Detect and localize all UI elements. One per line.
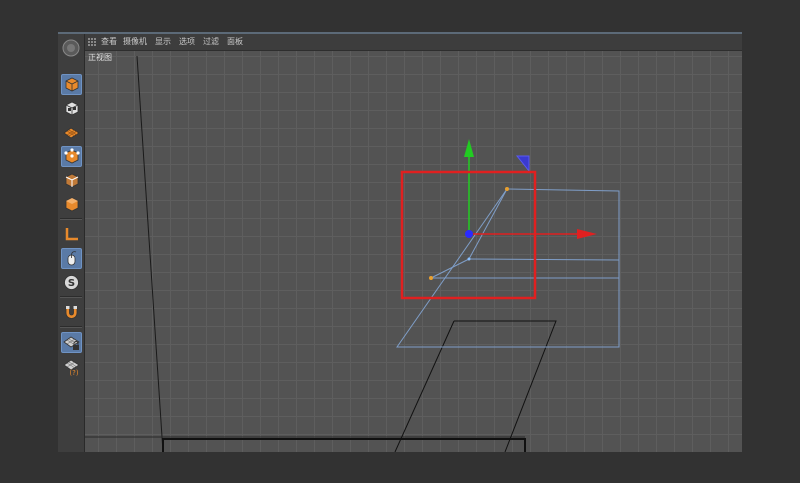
menu-panel[interactable]: 面板	[226, 36, 244, 48]
points-mode-icon	[64, 148, 80, 164]
points-mode-button[interactable]	[61, 146, 82, 167]
workplane-mode-icon: (?)	[63, 359, 80, 376]
floor-outline	[162, 438, 526, 452]
svg-text:(?): (?)	[69, 369, 78, 376]
front-viewport[interactable]: 正视图	[85, 51, 742, 452]
panel-grip-icon[interactable]	[88, 38, 96, 46]
model-mode-button[interactable]	[61, 74, 82, 95]
menu-filter[interactable]: 过滤	[202, 36, 220, 48]
object-mode-icon	[65, 101, 79, 116]
edges-mode-button[interactable]	[61, 170, 82, 191]
workplane-lock-icon	[63, 336, 80, 350]
edges-mode-icon	[65, 173, 79, 188]
svg-text:S: S	[68, 278, 75, 289]
mesh-point	[467, 257, 471, 261]
texture-mode-icon	[63, 127, 80, 139]
toolbar-separator	[60, 326, 82, 328]
menu-view[interactable]: 查看	[100, 36, 118, 48]
y-axis-arrow-icon	[464, 139, 474, 157]
toolbar-separator	[60, 296, 82, 298]
polygons-mode-button[interactable]	[61, 194, 82, 215]
cinema4d-window: S (?) 查看 摄像机 显示 选项 过滤 面板 正视图	[58, 32, 742, 452]
guide-spline-line	[136, 55, 164, 452]
menu-display[interactable]: 显示	[154, 36, 172, 48]
workplane-lock-button[interactable]	[61, 332, 82, 353]
axis-mode-icon	[65, 228, 78, 241]
texture-mode-button[interactable]	[61, 122, 82, 143]
gizmo-center-handle	[465, 230, 473, 238]
app-logo-icon[interactable]	[61, 38, 81, 58]
solo-mode-button[interactable]: S	[61, 272, 82, 293]
mode-toolbar: S (?)	[58, 34, 85, 452]
mesh-point	[429, 276, 433, 280]
snap-magnet-icon	[65, 306, 78, 319]
snap-button[interactable]	[61, 302, 82, 323]
tweak-mode-icon	[67, 251, 77, 266]
tweak-mode-button[interactable]	[61, 248, 82, 269]
model-mode-icon	[65, 77, 79, 92]
workplane-mode-button[interactable]: (?)	[61, 356, 82, 377]
shadow-parallelogram	[394, 320, 557, 452]
axis-mode-button[interactable]	[61, 224, 82, 245]
toolbar-separator	[60, 218, 82, 220]
menu-options[interactable]: 选项	[178, 36, 196, 48]
solo-mode-icon: S	[64, 275, 79, 290]
menu-cameras[interactable]: 摄像机	[122, 36, 148, 48]
viewport-menubar: 查看 摄像机 显示 选项 过滤 面板	[85, 34, 742, 51]
z-plane-handle-icon	[515, 155, 530, 173]
selected-mesh[interactable]	[396, 187, 620, 348]
mesh-point	[505, 187, 509, 191]
viewport-scene	[85, 55, 620, 452]
polygons-mode-icon	[65, 197, 79, 212]
object-mode-button[interactable]	[61, 98, 82, 119]
x-axis-arrow-icon	[577, 229, 597, 239]
